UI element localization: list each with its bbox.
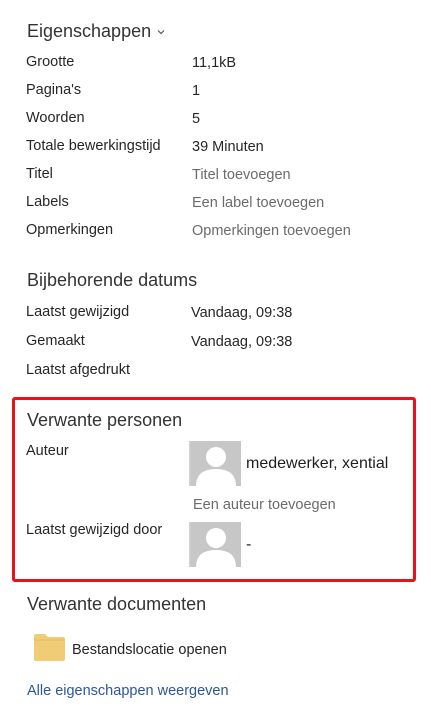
person-silhouette-icon: [196, 528, 236, 567]
add-author-link[interactable]: Een auteur toevoegen: [193, 497, 336, 513]
comments-input[interactable]: Opmerkingen toevoegen: [192, 223, 351, 239]
title-input[interactable]: Titel toevoegen: [192, 167, 291, 183]
person-silhouette-icon: [196, 447, 236, 486]
properties-heading[interactable]: Eigenschappen: [27, 21, 165, 43]
labels-input[interactable]: Een label toevoegen: [192, 195, 324, 211]
property-row-labels: Labels Een label toevoegen: [26, 194, 416, 218]
date-row-last-modified: Laatst gewijzigd Vandaag, 09:38: [26, 304, 416, 328]
chevron-down-icon[interactable]: [157, 19, 165, 40]
property-value: 1: [192, 83, 201, 99]
property-label: Opmerkingen: [26, 222, 114, 238]
property-label: Totale bewerkingstijd: [26, 138, 161, 154]
date-value: Vandaag, 09:38: [191, 334, 293, 350]
avatar: [191, 522, 241, 567]
author-name: medewerker, xential: [246, 454, 389, 472]
date-label: Laatst afgedrukt: [26, 362, 130, 378]
property-value: 5: [192, 111, 201, 127]
last-modified-by-label: Laatst gewijzigd door: [26, 522, 163, 538]
property-label: Pagina's: [26, 82, 82, 98]
property-row-size: Grootte 11,1kB: [26, 54, 416, 78]
folder-icon: [33, 632, 66, 667]
last-modified-by-person[interactable]: -: [189, 522, 251, 567]
author-label: Auteur: [26, 443, 69, 459]
date-row-created: Gemaakt Vandaag, 09:38: [26, 333, 416, 357]
property-row-title: Titel Titel toevoegen: [26, 166, 416, 190]
people-heading: Verwante personen: [27, 410, 183, 430]
property-row-comments: Opmerkingen Opmerkingen toevoegen: [26, 222, 416, 246]
property-label: Labels: [26, 194, 69, 210]
show-all-properties-link[interactable]: Alle eigenschappen weergeven: [27, 683, 229, 699]
property-label: Grootte: [26, 54, 75, 70]
documents-heading: Verwante documenten: [27, 594, 207, 614]
property-value: 39 Minuten: [192, 139, 264, 155]
last-modified-by-name: -: [246, 535, 252, 553]
open-file-location-label: Bestandslocatie openen: [72, 641, 227, 658]
properties-title: Eigenschappen: [27, 21, 152, 41]
property-row-editing-time: Totale bewerkingstijd 39 Minuten: [26, 138, 416, 162]
date-label: Laatst gewijzigd: [26, 304, 130, 320]
property-label: Woorden: [26, 110, 85, 126]
property-row-pages: Pagina's 1: [26, 82, 416, 106]
avatar: [191, 441, 241, 486]
property-row-words: Woorden 5: [26, 110, 416, 134]
date-label: Gemaakt: [26, 333, 85, 349]
author-person[interactable]: medewerker, xential: [189, 441, 388, 486]
open-file-location-button[interactable]: Bestandslocatie openen: [33, 632, 227, 667]
property-label: Titel: [26, 166, 53, 182]
date-row-last-printed: Laatst afgedrukt: [26, 362, 416, 386]
property-value: 11,1kB: [192, 55, 237, 71]
dates-heading: Bijbehorende datums: [27, 270, 198, 290]
date-value: Vandaag, 09:38: [191, 305, 293, 321]
